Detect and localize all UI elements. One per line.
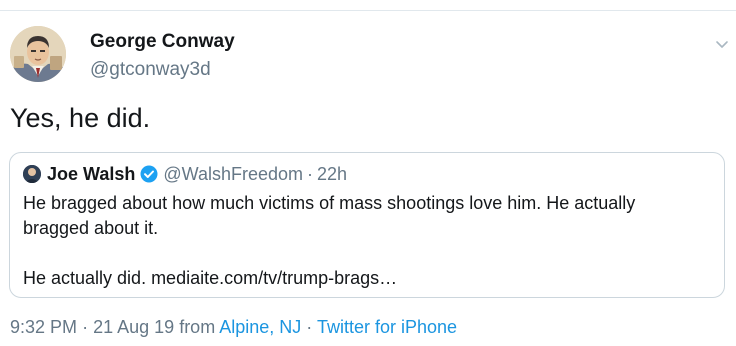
tweet-time: 9:32 PM xyxy=(10,317,78,337)
tweet-text: Yes, he did. xyxy=(10,103,151,133)
quoted-author-name: Joe Walsh xyxy=(47,163,136,184)
tweet-metadata: 9:32 PM · 21 Aug 19 from Alpine, NJ · Tw… xyxy=(10,317,457,338)
tweet-location-link[interactable]: Alpine, NJ xyxy=(219,317,301,337)
tweet-source-link[interactable]: Twitter for iPhone xyxy=(317,317,457,337)
from-label: from xyxy=(179,317,216,337)
meta-separator: · xyxy=(82,317,89,337)
author-display-name[interactable]: George Conway xyxy=(90,31,235,53)
quoted-tweet-body: He bragged about how much victims of mas… xyxy=(23,191,703,291)
portrait-avatar-icon xyxy=(10,26,66,82)
quoted-author-handle: @WalshFreedom xyxy=(163,163,303,184)
quoted-text-line: He bragged about how much victims of mas… xyxy=(23,193,636,213)
quoted-text-line-link: He actually did. mediaite.com/tv/trump-b… xyxy=(23,268,398,288)
quoted-tweet-card[interactable]: Joe Walsh @WalshFreedom · 22h He bragged… xyxy=(9,152,725,298)
quoted-tweet-header: Joe Walsh @WalshFreedom · 22h xyxy=(23,163,347,185)
quoted-header-separator: · xyxy=(307,163,313,184)
top-divider xyxy=(0,10,736,11)
quoted-author-avatar xyxy=(23,165,41,183)
author-handle[interactable]: @gtconway3d xyxy=(90,59,211,81)
author-avatar[interactable] xyxy=(10,26,66,82)
quoted-text-line: bragged about it. xyxy=(23,218,159,238)
verified-badge-icon xyxy=(140,165,158,183)
quoted-tweet-time: 22h xyxy=(317,163,348,184)
tweet-date: 21 Aug 19 xyxy=(93,317,175,337)
chevron-down-icon[interactable] xyxy=(714,36,730,52)
meta-separator: · xyxy=(306,317,313,337)
quoted-text-spacer xyxy=(23,241,703,266)
